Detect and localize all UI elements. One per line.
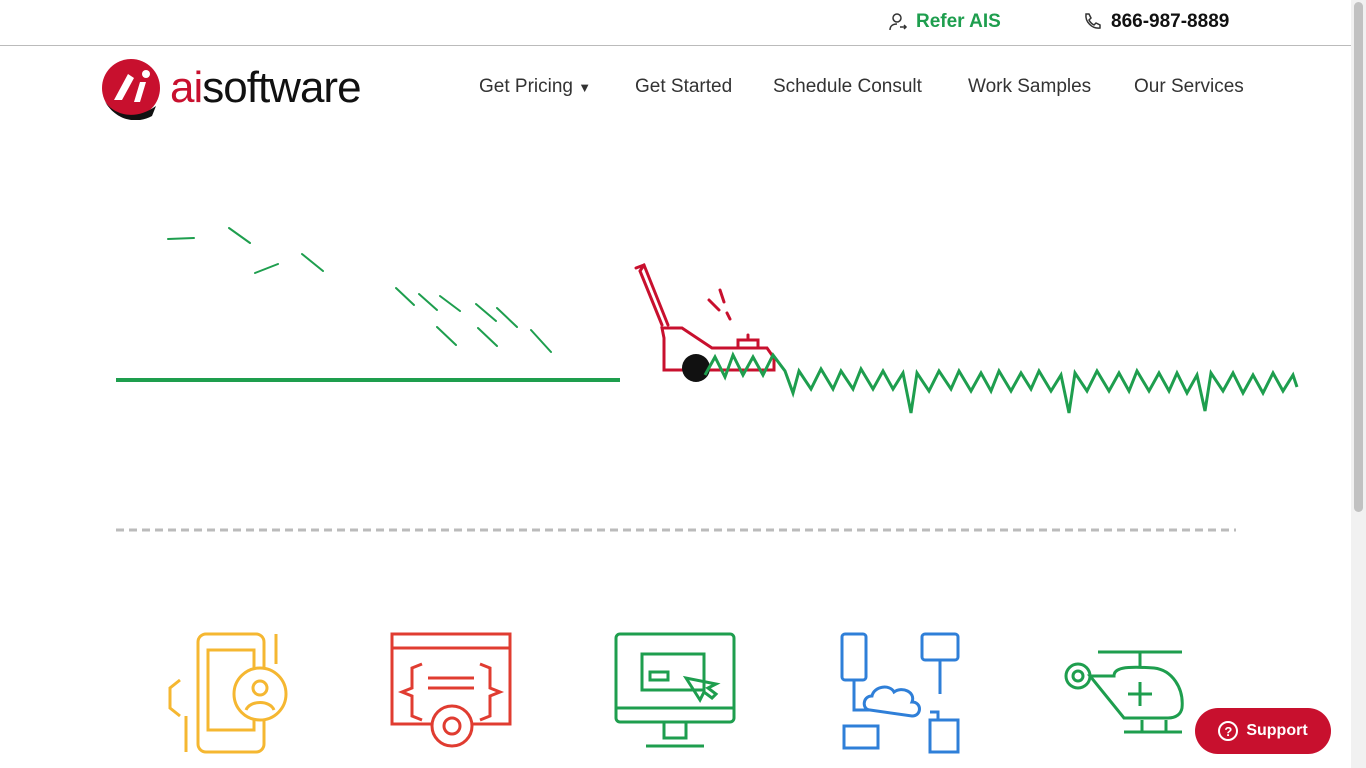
services-icons (168, 632, 1184, 754)
nav-get-started[interactable]: Get Started (635, 76, 732, 98)
support-button[interactable]: ? Support (1195, 708, 1331, 754)
phone-number: 866-987-8889 (1111, 11, 1230, 32)
help-icon: ? (1218, 721, 1239, 741)
refer-link[interactable]: Refer AIS (888, 11, 1001, 33)
scrollbar-thumb[interactable] (1354, 2, 1363, 512)
mower-wheel (682, 354, 710, 382)
logo-text: aisoftware (170, 63, 362, 112)
support-label: Support (1246, 722, 1308, 739)
cloud-network-icon (840, 632, 960, 754)
mobile-app-icon (168, 632, 288, 754)
helicopter-icon (1064, 650, 1184, 734)
nav-schedule-consult[interactable]: Schedule Consult (773, 76, 922, 98)
phone-icon (1085, 13, 1101, 29)
nav-work-samples[interactable]: Work Samples (968, 76, 1091, 98)
nav-get-pricing[interactable]: Get Pricing ▼ (479, 76, 591, 98)
ais-logo-icon (102, 59, 160, 120)
lawn-mower-illustration (116, 227, 1299, 532)
caret-down-icon: ▼ (578, 80, 592, 95)
phone-link[interactable]: 866-987-8889 (1082, 11, 1229, 33)
nav-our-services[interactable]: Our Services (1134, 76, 1244, 98)
uncut-grass (703, 351, 1299, 414)
desktop-app-icon (614, 632, 736, 748)
logo[interactable]: aisoftware (100, 56, 362, 120)
refer-label: Refer AIS (916, 11, 1001, 32)
top-bar: Refer AIS 866-987-8889 (0, 0, 1351, 46)
scrollbar[interactable] (1351, 0, 1366, 768)
mower-icon (634, 263, 776, 372)
grass-clippings (167, 227, 552, 353)
web-code-icon (390, 632, 512, 748)
user-icon (889, 13, 908, 31)
